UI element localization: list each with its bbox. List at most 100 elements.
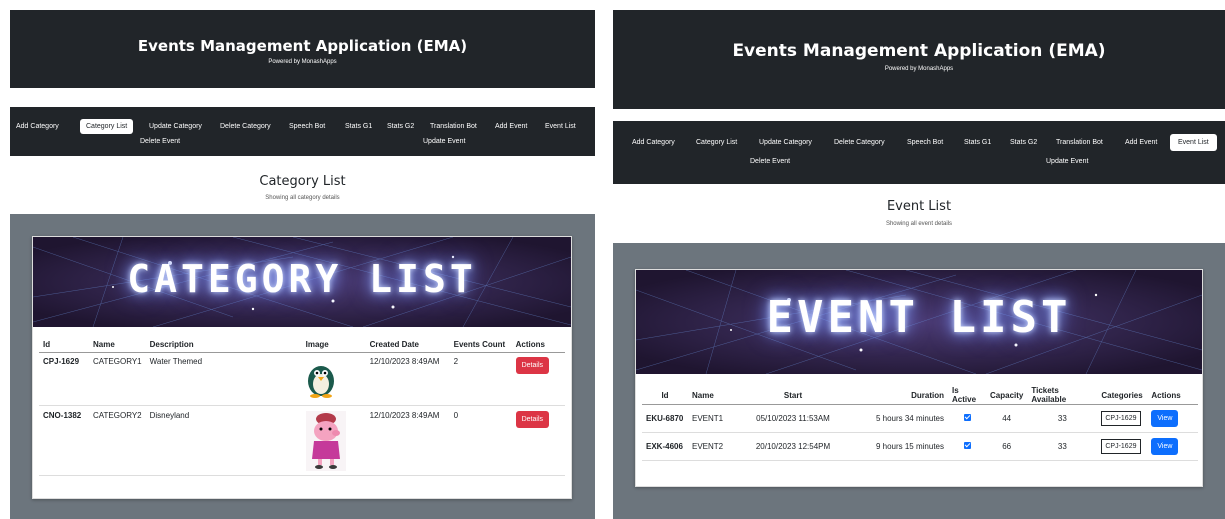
category-banner: CATEGORY LIST: [33, 237, 571, 327]
cell-duration: 9 hours 15 minutes: [848, 432, 948, 461]
table-row: EXK-4606 EVENT2 20/10/2023 12:54PM 9 hou…: [642, 432, 1198, 461]
event-table: Id Name Start Duration Is Active Capacit…: [642, 386, 1198, 461]
table-row: EKU-6870 EVENT1 05/10/2023 11:53AM 5 hou…: [642, 404, 1198, 433]
category-list-screen: Events Management Application (EMA) Powe…: [0, 0, 600, 519]
cell-actions: Details: [511, 405, 565, 476]
powered-by: Powered by MonashApps: [268, 59, 337, 65]
category-table: Id Name Description Image Created Date E…: [39, 338, 565, 476]
nav-category-list[interactable]: Category List: [80, 119, 134, 134]
navbar: Add Category Category List Update Catego…: [613, 121, 1225, 184]
cell-events-count: 2: [449, 352, 512, 406]
nav-stats-g2[interactable]: Stats G2: [387, 123, 414, 130]
nav-update-event[interactable]: Update Event: [1046, 158, 1088, 165]
app-title: Events Management Application (EMA): [137, 37, 468, 55]
col-tickets-available: Tickets Available: [1027, 386, 1098, 405]
view-button[interactable]: View: [1151, 438, 1179, 455]
peppa-pig-image: [305, 410, 346, 471]
col-actions: Actions: [1147, 386, 1198, 405]
cell-name: CATEGORY2: [89, 405, 146, 476]
col-image: Image: [301, 338, 366, 353]
category-link[interactable]: CPJ-1629: [1101, 411, 1141, 426]
nav-update-category[interactable]: Update Category: [759, 139, 812, 146]
nav-category-list[interactable]: Category List: [696, 139, 737, 146]
nav-update-event[interactable]: Update Event: [423, 138, 465, 145]
cell-tickets-available: 33: [1027, 432, 1098, 461]
cell-start: 20/10/2023 12:54PM: [738, 432, 848, 461]
nav-delete-event[interactable]: Delete Event: [750, 158, 790, 165]
event-banner: EVENT LIST: [636, 270, 1202, 374]
col-id: Id: [39, 338, 89, 353]
col-events-count: Events Count: [449, 338, 512, 353]
table-header-row: Id Name Description Image Created Date E…: [39, 338, 565, 353]
app-header: Events Management Application (EMA) Powe…: [613, 10, 1225, 109]
col-id: Id: [642, 386, 688, 405]
nav-add-category[interactable]: Add Category: [632, 139, 675, 146]
nav-speech-bot[interactable]: Speech Bot: [907, 139, 943, 146]
cell-tickets-available: 33: [1027, 404, 1098, 433]
cell-actions: Details: [511, 352, 565, 406]
view-button[interactable]: View: [1151, 410, 1179, 427]
event-card: EVENT LIST Id Name Start Duration Is Act…: [635, 269, 1203, 487]
nav-delete-category[interactable]: Delete Category: [834, 139, 885, 146]
cell-image: [301, 352, 366, 406]
cell-id: CPJ-1629: [39, 352, 89, 406]
cell-events-count: 0: [449, 405, 512, 476]
nav-delete-event[interactable]: Delete Event: [140, 138, 180, 145]
nav-event-list[interactable]: Event List: [1170, 134, 1217, 151]
nav-add-category[interactable]: Add Category: [16, 123, 59, 130]
is-active-checkbox[interactable]: [963, 414, 971, 421]
cell-name: EVENT1: [688, 404, 738, 433]
cell-id: EKU-6870: [642, 404, 688, 433]
col-start: Start: [738, 386, 848, 405]
cell-capacity: 44: [986, 404, 1028, 433]
content-panel: CATEGORY LIST Id Name Description Image …: [10, 214, 595, 519]
cell-actions: View: [1147, 404, 1198, 433]
table-row: CPJ-1629 CATEGORY1 Water Themed 12/10/20…: [39, 352, 565, 406]
nav-stats-g1[interactable]: Stats G1: [345, 123, 372, 130]
page-subtitle: Showing all event details: [885, 221, 953, 227]
table-row: CNO-1382 CATEGORY2 Disneyland 12/10/2023…: [39, 405, 565, 476]
nav-translation-bot[interactable]: Translation Bot: [1056, 139, 1103, 146]
col-is-active: Is Active: [948, 386, 986, 405]
table-header-row: Id Name Start Duration Is Active Capacit…: [642, 386, 1198, 405]
col-duration: Duration: [848, 386, 948, 405]
details-button[interactable]: Details: [515, 356, 550, 374]
cell-categories: CPJ-1629: [1097, 432, 1148, 461]
cell-description: Water Themed: [145, 352, 302, 406]
cell-description: Disneyland: [145, 405, 302, 476]
page-title: Event List: [886, 199, 952, 214]
cell-capacity: 66: [986, 432, 1028, 461]
powered-by: Powered by MonashApps: [884, 66, 954, 72]
cell-start: 05/10/2023 11:53AM: [738, 404, 848, 433]
nav-delete-category[interactable]: Delete Category: [220, 123, 271, 130]
event-list-screen: Events Management Application (EMA) Powe…: [612, 0, 1225, 519]
col-capacity: Capacity: [986, 386, 1028, 405]
cell-actions: View: [1147, 432, 1198, 461]
nav-update-category[interactable]: Update Category: [149, 123, 202, 130]
details-button[interactable]: Details: [515, 410, 550, 428]
nav-add-event[interactable]: Add Event: [495, 123, 527, 130]
cell-is-active: [948, 432, 986, 461]
page-subtitle: Showing all category details: [265, 195, 340, 201]
penguin-image: [307, 365, 334, 398]
col-name: Name: [89, 338, 146, 353]
cell-is-active: [948, 404, 986, 433]
page-title: Category List: [259, 174, 346, 189]
app-header: Events Management Application (EMA) Powe…: [10, 10, 595, 88]
category-link[interactable]: CPJ-1629: [1101, 439, 1141, 454]
cell-name: EVENT2: [688, 432, 738, 461]
col-created-date: Created Date: [365, 338, 450, 353]
nav-translation-bot[interactable]: Translation Bot: [430, 123, 477, 130]
nav-add-event[interactable]: Add Event: [1125, 139, 1157, 146]
nav-event-list[interactable]: Event List: [545, 123, 576, 130]
banner-title: CATEGORY LIST: [127, 257, 477, 301]
col-categories: Categories: [1097, 386, 1148, 405]
nav-stats-g2[interactable]: Stats G2: [1010, 139, 1037, 146]
app-title: Events Management Application (EMA): [732, 41, 1106, 61]
category-card: CATEGORY LIST Id Name Description Image …: [32, 236, 572, 499]
nav-stats-g1[interactable]: Stats G1: [964, 139, 991, 146]
cell-duration: 5 hours 34 minutes: [848, 404, 948, 433]
cell-image: [301, 405, 366, 476]
is-active-checkbox[interactable]: [963, 442, 971, 449]
nav-speech-bot[interactable]: Speech Bot: [289, 123, 325, 130]
